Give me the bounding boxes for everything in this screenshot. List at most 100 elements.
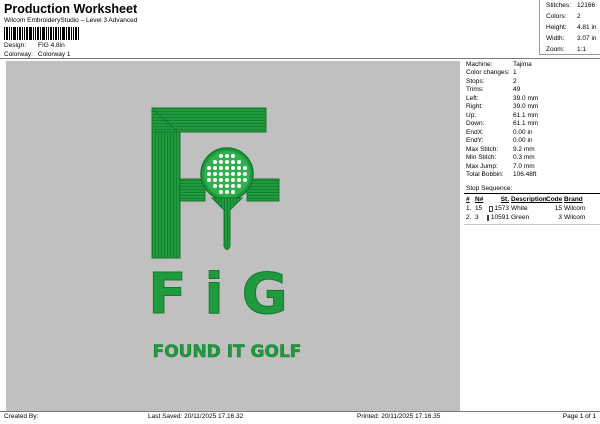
spec-value: 9.2 mm [513, 145, 535, 153]
sequence-header-row: # N# St. Description Code Brand [466, 195, 592, 204]
barcode-bar [71, 27, 72, 40]
golf-ball-dimple [207, 166, 211, 170]
golf-ball-dimple [225, 172, 229, 176]
spec-value: 0.00 in [513, 137, 533, 145]
barcode-bar [22, 27, 23, 40]
needle-number: 15 [475, 205, 483, 212]
thread-code: 15 [554, 205, 562, 212]
golf-ball-dimple [237, 166, 241, 170]
golf-tee-icon [210, 197, 244, 250]
worksheet-title: Production Worksheet [4, 2, 138, 16]
spec-value: 7.0 mm [513, 162, 535, 170]
golf-ball-dimple [231, 190, 235, 194]
spec-label: Right: [466, 103, 483, 111]
footer-divider [0, 411, 600, 412]
stitch-count: 10591 [486, 214, 511, 221]
spec-label: Min Stitch: [466, 154, 497, 162]
barcode-bar [55, 27, 57, 40]
golf-ball-dimple [237, 172, 241, 176]
spec-value: 39.0 mm [513, 103, 539, 111]
barcode-bar [9, 27, 10, 40]
width-value: 3.07 in [577, 35, 597, 42]
golf-ball-dimple [243, 166, 247, 170]
golf-ball-dimple [231, 166, 235, 170]
col-code-header: Code [546, 196, 563, 203]
golf-ball-dimple [219, 178, 223, 182]
spec-value: 61.1 mm [513, 111, 539, 119]
spec-row: Trims: 49 [466, 86, 600, 95]
barcode-bar [68, 27, 70, 40]
golf-ball-dimple [213, 160, 217, 164]
spec-row: Max Jump: 7.0 mm [466, 162, 600, 171]
spec-label: Max Stitch: [466, 145, 499, 153]
barcode-bar [60, 27, 61, 40]
created-by: Created By: [4, 413, 39, 420]
spec-label: Color changes: [466, 69, 510, 77]
spec-row: Total Bobbin: 106.48ft [466, 171, 600, 180]
golf-ball-dimple [207, 172, 211, 176]
barcode-bar [24, 27, 25, 40]
stitch-count-text: 1573 [494, 205, 509, 212]
golf-ball-dimple [219, 166, 223, 170]
golf-ball-dimple [231, 160, 235, 164]
barcode-bar [42, 27, 45, 40]
colorway-row: Colorway: Colorway 1 [4, 51, 71, 58]
width-label: Width: [546, 35, 565, 42]
spec-label: Left: [466, 94, 479, 102]
spec-row: Machine: Tajima [466, 60, 600, 69]
barcode-bar [11, 27, 12, 40]
sequence-row: 2. 3 10591 Green 3 Wilcom [466, 213, 592, 222]
spec-value: 2 [513, 77, 517, 85]
golf-ball-dimple [231, 172, 235, 176]
barcode-bar [19, 27, 21, 40]
colorway-label: Colorway: [4, 51, 33, 58]
barcode-bar [50, 27, 52, 40]
golf-ball-dimple [219, 172, 223, 176]
spec-value: 0.3 mm [513, 154, 535, 162]
barcode-bar [58, 27, 59, 40]
col-num-header: # [466, 196, 470, 203]
spec-row: Left: 39.0 mm [466, 94, 600, 103]
col-description-header: Description [511, 196, 547, 203]
golf-ball-dimple [231, 184, 235, 188]
spec-label: Total Bobbin: [466, 171, 504, 179]
stitch-count-text: 10591 [490, 214, 509, 221]
barcode-bar [53, 27, 54, 40]
header-divider [0, 58, 600, 59]
barcode-bar [62, 27, 65, 40]
stitches-value: 12166 [577, 2, 596, 9]
page-number: Page 1 of 1 [562, 413, 596, 420]
spec-label: EndY: [466, 137, 484, 145]
machine-specs-panel: Machine: Tajima Color changes: 1 Stops: 2 Trim… [466, 60, 600, 179]
design-canvas: FiG FOUND IT GOLF [6, 61, 460, 411]
sequence-row: 1. 15 1573 White 15 Wilcom [466, 204, 592, 213]
thread-code: 3 [558, 214, 562, 221]
barcode-bar [4, 27, 5, 40]
sequence-divider [464, 193, 600, 194]
barcode-bar [26, 27, 28, 40]
sequence-end-divider [464, 224, 600, 225]
spec-row: EndX: 0.00 in [466, 128, 600, 137]
golf-ball-dimple [225, 190, 229, 194]
golf-ball-dimple [213, 184, 217, 188]
barcode-bar [73, 27, 74, 40]
spec-label: Trims: [466, 86, 484, 94]
footer: Created By: Last Saved: 20/11/2025 17.16… [0, 413, 600, 423]
thread-color-swatch [489, 205, 493, 212]
golf-ball-dimple [219, 184, 223, 188]
spec-row: Color changes: 1 [466, 69, 600, 78]
col-stitches-header: St. [500, 196, 509, 203]
golf-ball-dimple [213, 178, 217, 182]
spec-row: Right: 39.0 mm [466, 103, 600, 112]
barcode-bar [35, 27, 36, 40]
colors-value: 2 [577, 13, 581, 20]
golf-ball-dimple [231, 178, 235, 182]
height-label: Height: [546, 24, 567, 31]
barcode-bar [6, 27, 8, 40]
spec-label: Machine: [466, 60, 493, 68]
golf-ball-dimple [225, 154, 229, 158]
golf-ball-dimple [213, 172, 217, 176]
thread-description: Green [511, 214, 530, 221]
barcode-bar [13, 27, 16, 40]
embroidery-preview: FiG FOUND IT GOLF [148, 107, 302, 362]
